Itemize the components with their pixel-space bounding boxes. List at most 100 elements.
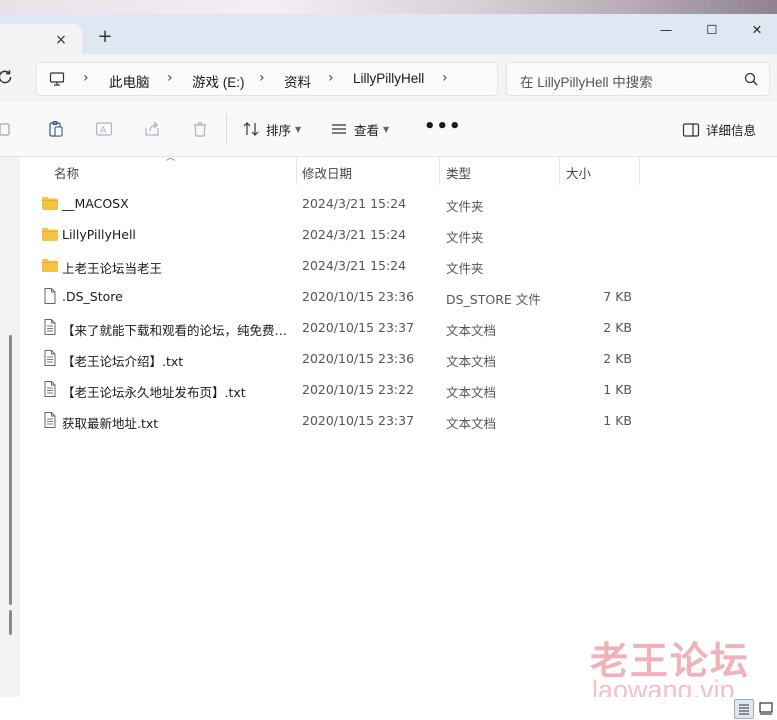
file-row[interactable]: .DS_Store 2020/10/15 23:36 DS_STORE 文件 7 KB	[20, 281, 720, 311]
file-row[interactable]: 获取最新地址.txt 2020/10/15 23:37 文本文档 1 KB	[20, 405, 720, 435]
file-type: 文本文档	[446, 354, 497, 369]
breadcrumb-separator[interactable]: ›	[167, 70, 173, 86]
more-options-button[interactable]: •••	[424, 116, 462, 137]
folder-icon	[42, 197, 58, 210]
file-date: 2020/10/15 23:36	[302, 351, 415, 366]
file-row[interactable]: 【来了就能下载和观看的论坛，纯免费！... 2020/10/15 23:37 文本文…	[20, 312, 720, 342]
file-date: 2020/10/15 23:37	[302, 320, 415, 335]
file-type: 文件夹	[446, 230, 484, 245]
folder-icon	[42, 259, 58, 272]
file-name: .DS_Store	[62, 289, 123, 304]
file-date: 2024/3/21 15:24	[302, 258, 407, 273]
folder-icon	[42, 228, 58, 241]
chevron-down-icon: ▼	[383, 124, 390, 134]
file-type: 文本文档	[446, 323, 497, 338]
file-row[interactable]: 【老王论坛介绍】.txt 2020/10/15 23:36 文本文档 2 KB	[20, 343, 720, 373]
column-type-label: 类型	[446, 166, 472, 181]
new-tab-button[interactable]: +	[96, 28, 114, 46]
chevron-down-icon: ▼	[295, 124, 302, 134]
rename-icon[interactable]: A	[94, 119, 114, 139]
file-type: 文件夹	[446, 199, 484, 214]
sort-button[interactable]: 排序 ▼	[242, 118, 301, 140]
file-type: 文本文档	[446, 385, 497, 400]
status-bar	[0, 697, 777, 720]
column-header-name[interactable]: 名称	[20, 157, 296, 185]
file-size: 7 KB	[603, 289, 632, 304]
sort-label: 排序	[266, 122, 292, 138]
file-date: 2020/10/15 23:36	[302, 289, 415, 304]
folder-row[interactable]: __MACOSX 2024/3/21 15:24 文件夹	[20, 188, 720, 218]
file-size: 2 KB	[603, 351, 632, 366]
minimize-button[interactable]: —	[651, 22, 681, 44]
tab-close-icon[interactable]: ×	[52, 32, 70, 48]
title-bar: × + — ☐ ✕	[0, 14, 777, 54]
file-name: LillyPillyHell	[62, 227, 136, 242]
column-header-type[interactable]: 类型	[440, 157, 559, 185]
folder-row[interactable]: LillyPillyHell 2024/3/21 15:24 文件夹	[20, 219, 720, 249]
text-document-icon	[44, 412, 56, 428]
details-view-icon[interactable]	[734, 699, 754, 719]
search-input[interactable]: 在 LillyPillyHell 中搜索	[520, 71, 653, 91]
search-box[interactable]: 在 LillyPillyHell 中搜索	[506, 62, 770, 96]
details-pane-button[interactable]: 详细信息	[682, 120, 756, 139]
paste-icon[interactable]	[46, 119, 66, 139]
search-icon[interactable]	[743, 71, 759, 87]
breadcrumb-lillypillyhell[interactable]: LillyPillyHell	[353, 71, 424, 86]
copy-icon[interactable]	[0, 119, 14, 139]
nav-scrollbar-thumb[interactable]	[9, 610, 12, 635]
sort-icon	[243, 122, 259, 136]
file-name: 【来了就能下载和观看的论坛，纯免费！...	[62, 323, 292, 338]
file-name: 【老王论坛介绍】.txt	[62, 354, 184, 369]
folder-row[interactable]: 上老王论坛当老王 2024/3/21 15:24 文件夹	[20, 250, 720, 280]
file-type: 文件夹	[446, 261, 484, 276]
breadcrumb-separator[interactable]: ›	[442, 70, 448, 86]
column-name-label: 名称	[54, 166, 80, 181]
delete-icon[interactable]	[190, 119, 210, 139]
svg-text:A: A	[100, 126, 107, 136]
file-date: 2020/10/15 23:37	[302, 413, 415, 428]
text-document-icon	[44, 319, 56, 335]
file-type: 文本文档	[446, 416, 497, 431]
text-document-icon	[44, 350, 56, 366]
text-document-icon	[44, 381, 56, 397]
file-size: 1 KB	[603, 413, 632, 428]
view-button[interactable]: 查看 ▼	[330, 118, 389, 140]
view-icon	[332, 124, 346, 134]
breadcrumb-drive-e[interactable]: 游戏 (E:)	[192, 71, 245, 91]
file-size: 2 KB	[603, 320, 632, 335]
breadcrumb-separator[interactable]: ›	[259, 70, 265, 86]
breadcrumb-this-pc[interactable]: 此电脑	[109, 71, 150, 91]
file-icon	[44, 288, 56, 304]
breadcrumb-separator[interactable]: ›	[328, 70, 334, 86]
file-name: 上老王论坛当老王	[62, 261, 163, 276]
file-name: 【老王论坛永久地址发布页】.txt	[62, 385, 246, 400]
file-name: 获取最新地址.txt	[62, 416, 159, 431]
file-row[interactable]: 【老王论坛永久地址发布页】.txt 2020/10/15 23:22 文本文档 1 K…	[20, 374, 720, 404]
share-icon[interactable]	[142, 119, 162, 139]
address-bar[interactable]: › 此电脑 › 游戏 (E:) › 资料 › LillyPillyHell ›	[36, 62, 498, 96]
this-pc-icon[interactable]	[49, 71, 65, 87]
column-divider[interactable]	[639, 157, 640, 185]
details-label: 详细信息	[706, 123, 757, 138]
file-date: 2024/3/21 15:24	[302, 227, 407, 242]
file-type: DS_STORE 文件	[446, 292, 541, 307]
refresh-icon[interactable]	[0, 68, 14, 86]
tiles-view-icon[interactable]	[757, 699, 775, 717]
breadcrumb-ziliao[interactable]: 资料	[284, 71, 311, 91]
toolbar-divider	[226, 114, 227, 144]
details-pane-icon	[682, 122, 700, 137]
tab-lillypillyhell[interactable]: ×	[0, 24, 82, 54]
file-size: 1 KB	[603, 382, 632, 397]
maximize-button[interactable]: ☐	[697, 22, 727, 44]
column-header-date[interactable]: 修改日期	[297, 157, 439, 185]
command-bar: A 排序 ▼ 查看 ▼ ••• 详细信息	[0, 102, 777, 157]
file-name: __MACOSX	[62, 196, 129, 211]
close-button[interactable]: ✕	[742, 22, 772, 44]
column-date-label: 修改日期	[302, 166, 353, 181]
breadcrumb-separator[interactable]: ›	[83, 70, 89, 86]
file-date: 2020/10/15 23:22	[302, 382, 415, 397]
nav-scrollbar[interactable]	[9, 335, 12, 605]
column-size-label: 大小	[566, 166, 592, 181]
column-header-size[interactable]: 大小	[560, 157, 639, 185]
view-label: 查看	[354, 122, 380, 138]
